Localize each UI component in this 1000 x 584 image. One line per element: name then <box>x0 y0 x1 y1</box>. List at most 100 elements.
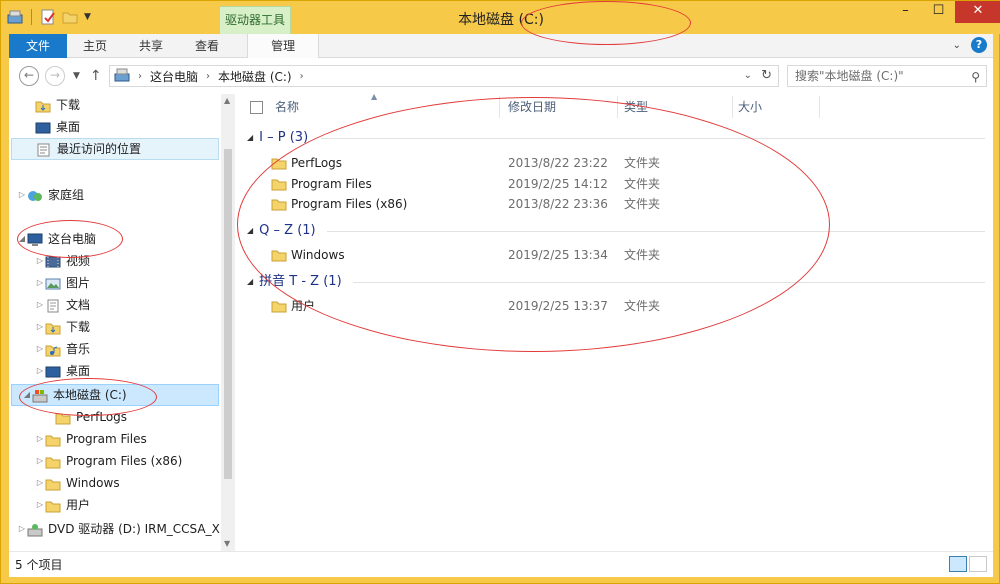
ribbon-tabs: 文件 主页 共享 查看 管理 ⌄ ? <box>9 33 993 58</box>
file-list: ▲ 名称 修改日期 类型 大小 ◢ I – P (3) PerfLogs 201… <box>235 92 993 551</box>
forward-button[interactable]: → <box>45 66 65 86</box>
nav-scrollbar[interactable]: ▲ ▼ <box>221 94 235 551</box>
breadcrumb-arrow-icon[interactable]: › <box>138 71 142 82</box>
expand-arrow-icon[interactable]: ▷ <box>35 294 45 316</box>
title-bar: ▼ 驱动器工具 本地磁盘 (C:) – ☐ ✕ <box>1 1 1000 34</box>
nav-item-program-files-x86[interactable]: ▷ Program Files (x86) <box>35 450 182 472</box>
expand-arrow-icon[interactable]: ▷ <box>17 184 27 206</box>
expand-arrow-icon[interactable]: ▷ <box>35 428 45 450</box>
refresh-icon[interactable]: ↻ <box>761 68 772 83</box>
nav-item-program-files[interactable]: ▷ Program Files <box>35 428 147 450</box>
expand-arrow-icon[interactable]: ▷ <box>35 450 45 472</box>
expand-arrow-icon[interactable]: ▷ <box>35 250 45 272</box>
tab-share[interactable]: 共享 <box>123 34 179 58</box>
nav-item-windows[interactable]: ▷ Windows <box>35 472 120 494</box>
nav-item-homegroup[interactable]: ▷ 家庭组 <box>17 184 84 206</box>
collapse-group-icon[interactable]: ◢ <box>247 272 253 292</box>
maximize-button[interactable]: ☐ <box>922 1 955 23</box>
minimize-button[interactable]: – <box>889 1 922 23</box>
nav-item-videos[interactable]: ▷ 视频 <box>35 250 90 272</box>
breadcrumb-this-pc[interactable]: 这台电脑 <box>150 68 198 85</box>
column-header-size[interactable]: 大小 <box>738 94 762 120</box>
nav-item-downloads[interactable]: 下载 <box>35 94 80 116</box>
search-icon[interactable]: ⚲ <box>971 67 980 87</box>
column-divider[interactable] <box>819 96 820 118</box>
expand-arrow-icon[interactable]: ▷ <box>35 472 45 494</box>
file-row[interactable]: Program Files 2019/2/25 14:12 文件夹 <box>271 174 751 194</box>
file-row[interactable]: Windows 2019/2/25 13:34 文件夹 <box>271 245 751 265</box>
nav-item-music[interactable]: ▷ 音乐 <box>35 338 90 360</box>
close-button[interactable]: ✕ <box>955 1 1000 23</box>
nav-item-this-pc[interactable]: ◢ 这台电脑 <box>17 228 96 250</box>
address-bar[interactable]: › 这台电脑 › 本地磁盘 (C:) › ⌄ ↻ <box>109 65 779 87</box>
window-title: 本地磁盘 (C:) <box>458 12 544 28</box>
nav-item-desktop[interactable]: 桌面 <box>35 116 80 138</box>
breadcrumb-arrow-icon[interactable]: › <box>206 71 210 82</box>
group-header[interactable]: ◢ 拼音 T - Z (1) <box>247 272 342 292</box>
dvd-drive-icon <box>27 522 43 537</box>
breadcrumb-local-disk[interactable]: 本地磁盘 (C:) <box>218 68 292 85</box>
folder-icon <box>271 300 287 313</box>
expand-arrow-icon[interactable]: ▷ <box>35 494 45 516</box>
collapse-group-icon[interactable]: ◢ <box>247 128 253 148</box>
file-row[interactable]: Program Files (x86) 2013/8/22 23:36 文件夹 <box>271 194 751 214</box>
column-divider[interactable] <box>732 96 733 118</box>
expand-arrow-icon[interactable]: ▷ <box>17 518 27 540</box>
collapse-arrow-icon[interactable]: ◢ <box>22 384 32 406</box>
select-all-checkbox[interactable] <box>250 101 263 114</box>
expand-ribbon-icon[interactable]: ⌄ <box>953 40 961 51</box>
tab-file[interactable]: 文件 <box>9 33 68 58</box>
nav-item-dvd-drive[interactable]: ▷ DVD 驱动器 (D:) IRM_CCSA_X <box>17 518 220 540</box>
folder-icon <box>45 476 61 491</box>
address-dropdown-icon[interactable]: ⌄ <box>744 70 752 81</box>
sort-ascending-icon: ▲ <box>371 92 378 101</box>
collapse-group-icon[interactable]: ◢ <box>247 221 253 241</box>
collapse-arrow-icon[interactable]: ◢ <box>17 228 27 250</box>
folder-icon <box>271 178 287 191</box>
folder-icon <box>271 157 287 170</box>
breadcrumb-arrow-icon[interactable]: › <box>300 71 304 82</box>
group-header[interactable]: ◢ I – P (3) <box>247 128 308 148</box>
up-button[interactable]: ↑ <box>90 68 102 84</box>
file-row[interactable]: PerfLogs 2013/8/22 23:22 文件夹 <box>271 153 751 173</box>
window-controls: – ☐ ✕ <box>889 1 1000 23</box>
group-divider <box>353 282 985 283</box>
file-row[interactable]: 用户 2019/2/25 13:37 文件夹 <box>271 296 751 316</box>
tab-view[interactable]: 查看 <box>179 34 235 58</box>
column-header-type[interactable]: 类型 <box>624 94 648 120</box>
folder-icon <box>45 432 61 447</box>
nav-item-downloads-2[interactable]: ▷ 下载 <box>35 316 90 338</box>
scroll-down-icon[interactable]: ▼ <box>224 539 230 548</box>
nav-item-pictures[interactable]: ▷ 图片 <box>35 272 90 294</box>
desktop-icon <box>35 120 51 134</box>
search-input[interactable]: 搜索"本地磁盘 (C:)" ⚲ <box>787 65 987 87</box>
scroll-up-icon[interactable]: ▲ <box>224 96 230 105</box>
expand-arrow-icon[interactable]: ▷ <box>35 338 45 360</box>
nav-item-users[interactable]: ▷ 用户 <box>35 494 90 516</box>
nav-item-recent-places[interactable]: 最近访问的位置 <box>11 138 219 160</box>
tab-manage[interactable]: 管理 <box>247 33 320 58</box>
scrollbar-thumb[interactable] <box>224 149 232 479</box>
recent-locations-icon[interactable]: ▼ <box>73 71 80 81</box>
column-header-name[interactable]: 名称 <box>275 94 299 120</box>
column-header-modified[interactable]: 修改日期 <box>508 94 556 120</box>
expand-arrow-icon[interactable]: ▷ <box>35 360 45 382</box>
expand-arrow-icon[interactable]: ▷ <box>35 316 45 338</box>
column-divider[interactable] <box>617 96 618 118</box>
expand-arrow-icon[interactable]: ▷ <box>35 272 45 294</box>
nav-item-perflogs[interactable]: PerfLogs <box>55 406 127 428</box>
help-icon[interactable]: ? <box>971 37 987 53</box>
computer-icon <box>114 68 130 85</box>
explorer-window: ▼ 驱动器工具 本地磁盘 (C:) – ☐ ✕ 文件 主页 共享 查看 管理 ⌄… <box>0 0 1000 584</box>
nav-item-local-disk-c[interactable]: ◢ 本地磁盘 (C:) <box>11 384 219 406</box>
group-header[interactable]: ◢ Q – Z (1) <box>247 221 316 241</box>
nav-item-desktop-2[interactable]: ▷ 桌面 <box>35 360 90 382</box>
large-icons-view-icon[interactable] <box>969 556 987 572</box>
view-switcher <box>949 556 987 572</box>
nav-item-documents[interactable]: ▷ 文档 <box>35 294 90 316</box>
tab-home[interactable]: 主页 <box>67 34 123 58</box>
column-divider[interactable] <box>499 96 500 118</box>
back-button[interactable]: ← <box>19 66 39 86</box>
item-count: 5 个项目 <box>15 558 63 572</box>
details-view-icon[interactable] <box>949 556 967 572</box>
